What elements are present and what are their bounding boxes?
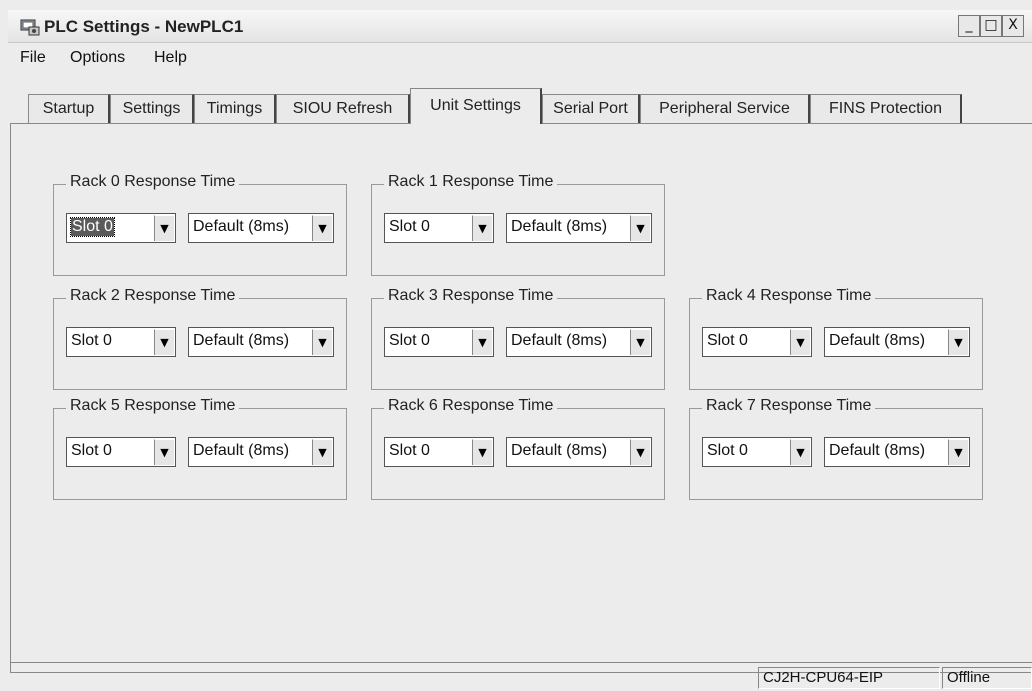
chevron-down-icon[interactable]: ▼: [630, 439, 650, 465]
group-label: Rack 1 Response Time: [384, 173, 558, 191]
rack-4-slot-select[interactable]: Slot 0 ▼: [702, 327, 812, 357]
rack-7-time-select[interactable]: Default (8ms) ▼: [824, 437, 970, 467]
group-label: Rack 4 Response Time: [702, 287, 876, 305]
selected-value: Default (8ms): [193, 442, 290, 459]
plc-settings-window: PLC Settings - NewPLC1 _ □ X File Option…: [0, 0, 1032, 690]
selected-value: Slot 0: [71, 332, 112, 349]
rack-0-slot-select[interactable]: Slot 0 ▼: [66, 213, 176, 243]
group-label: Rack 7 Response Time: [702, 397, 876, 415]
rack-5-response-time-group: Rack 5 Response Time Slot 0 ▼ Default (8…: [53, 397, 347, 500]
tab-siou-refresh[interactable]: SIOU Refresh: [276, 94, 410, 123]
chevron-down-icon[interactable]: ▼: [472, 439, 492, 465]
chevron-down-icon[interactable]: ▼: [790, 439, 810, 465]
menu-options[interactable]: Options: [70, 49, 125, 67]
rack-1-time-select[interactable]: Default (8ms) ▼: [506, 213, 652, 243]
rack-6-response-time-group: Rack 6 Response Time Slot 0 ▼ Default (8…: [371, 397, 665, 500]
chevron-down-icon[interactable]: ▼: [630, 215, 650, 241]
selected-value: Slot 0: [389, 442, 430, 459]
chevron-down-icon[interactable]: ▼: [472, 215, 492, 241]
group-label: Rack 0 Response Time: [66, 173, 240, 191]
rack-3-slot-select[interactable]: Slot 0 ▼: [384, 327, 494, 357]
selected-value: Default (8ms): [511, 218, 608, 235]
selected-value: Slot 0: [70, 217, 115, 237]
tab-unit-settings[interactable]: Unit Settings: [410, 88, 542, 124]
chevron-down-icon[interactable]: ▼: [312, 329, 332, 355]
chevron-down-icon[interactable]: ▼: [154, 215, 174, 241]
chevron-down-icon[interactable]: ▼: [312, 215, 332, 241]
rack-1-response-time-group: Rack 1 Response Time Slot 0 ▼ Default (8…: [371, 173, 665, 276]
window-title: PLC Settings - NewPLC1: [44, 17, 244, 36]
selected-value: Slot 0: [707, 332, 748, 349]
rack-7-slot-select[interactable]: Slot 0 ▼: [702, 437, 812, 467]
maximize-button[interactable]: □: [980, 15, 1002, 37]
rack-5-time-select[interactable]: Default (8ms) ▼: [188, 437, 334, 467]
close-button[interactable]: X: [1002, 15, 1024, 37]
tab-control: Startup Settings Timings SIOU Refresh Un…: [10, 88, 1032, 674]
rack-1-slot-select[interactable]: Slot 0 ▼: [384, 213, 494, 243]
tab-timings[interactable]: Timings: [194, 94, 276, 123]
rack-2-slot-select[interactable]: Slot 0 ▼: [66, 327, 176, 357]
selected-value: Slot 0: [707, 442, 748, 459]
tab-serial-port[interactable]: Serial Port: [542, 94, 640, 123]
chevron-down-icon[interactable]: ▼: [154, 329, 174, 355]
tab-peripheral-service[interactable]: Peripheral Service: [640, 94, 810, 123]
tab-fins-protection[interactable]: FINS Protection: [810, 94, 962, 123]
rack-0-response-time-group: Rack 0 Response Time Slot 0 ▼ Default (8…: [53, 173, 347, 276]
selected-value: Slot 0: [71, 442, 112, 459]
chevron-down-icon[interactable]: ▼: [472, 329, 492, 355]
title-bar[interactable]: PLC Settings - NewPLC1 _ □ X: [8, 10, 1032, 43]
chevron-down-icon[interactable]: ▼: [154, 439, 174, 465]
selected-value: Default (8ms): [511, 332, 608, 349]
selected-value: Default (8ms): [511, 442, 608, 459]
chevron-down-icon[interactable]: ▼: [948, 329, 968, 355]
chevron-down-icon[interactable]: ▼: [630, 329, 650, 355]
tab-settings[interactable]: Settings: [110, 94, 194, 123]
group-label: Rack 6 Response Time: [384, 397, 558, 415]
selected-value: Slot 0: [389, 332, 430, 349]
rack-0-time-select[interactable]: Default (8ms) ▼: [188, 213, 334, 243]
status-mode: Offline: [942, 667, 1032, 689]
menu-file[interactable]: File: [20, 49, 46, 67]
selected-value: Default (8ms): [193, 332, 290, 349]
group-label: Rack 2 Response Time: [66, 287, 240, 305]
plc-settings-icon: [20, 19, 40, 36]
rack-5-slot-select[interactable]: Slot 0 ▼: [66, 437, 176, 467]
tab-startup[interactable]: Startup: [28, 94, 110, 123]
chevron-down-icon[interactable]: ▼: [790, 329, 810, 355]
selected-value: Default (8ms): [829, 442, 926, 459]
menu-help[interactable]: Help: [154, 49, 187, 67]
rack-2-time-select[interactable]: Default (8ms) ▼: [188, 327, 334, 357]
rack-7-response-time-group: Rack 7 Response Time Slot 0 ▼ Default (8…: [689, 397, 983, 500]
selected-value: Default (8ms): [193, 218, 290, 235]
status-bar: CJ2H-CPU64-EIP Offline: [10, 662, 1032, 691]
rack-4-response-time-group: Rack 4 Response Time Slot 0 ▼ Default (8…: [689, 287, 983, 390]
selected-value: Default (8ms): [829, 332, 926, 349]
unit-settings-panel: Rack 0 Response Time Slot 0 ▼ Default (8…: [10, 123, 1032, 673]
selected-value: Slot 0: [389, 218, 430, 235]
group-label: Rack 3 Response Time: [384, 287, 558, 305]
rack-4-time-select[interactable]: Default (8ms) ▼: [824, 327, 970, 357]
rack-2-response-time-group: Rack 2 Response Time Slot 0 ▼ Default (8…: [53, 287, 347, 390]
chevron-down-icon[interactable]: ▼: [948, 439, 968, 465]
rack-6-slot-select[interactable]: Slot 0 ▼: [384, 437, 494, 467]
chevron-down-icon[interactable]: ▼: [312, 439, 332, 465]
rack-6-time-select[interactable]: Default (8ms) ▼: [506, 437, 652, 467]
minimize-button[interactable]: _: [958, 15, 980, 37]
rack-3-response-time-group: Rack 3 Response Time Slot 0 ▼ Default (8…: [371, 287, 665, 390]
menu-bar: File Options Help: [8, 45, 1032, 71]
rack-3-time-select[interactable]: Default (8ms) ▼: [506, 327, 652, 357]
group-label: Rack 5 Response Time: [66, 397, 240, 415]
status-model: CJ2H-CPU64-EIP: [758, 667, 940, 689]
